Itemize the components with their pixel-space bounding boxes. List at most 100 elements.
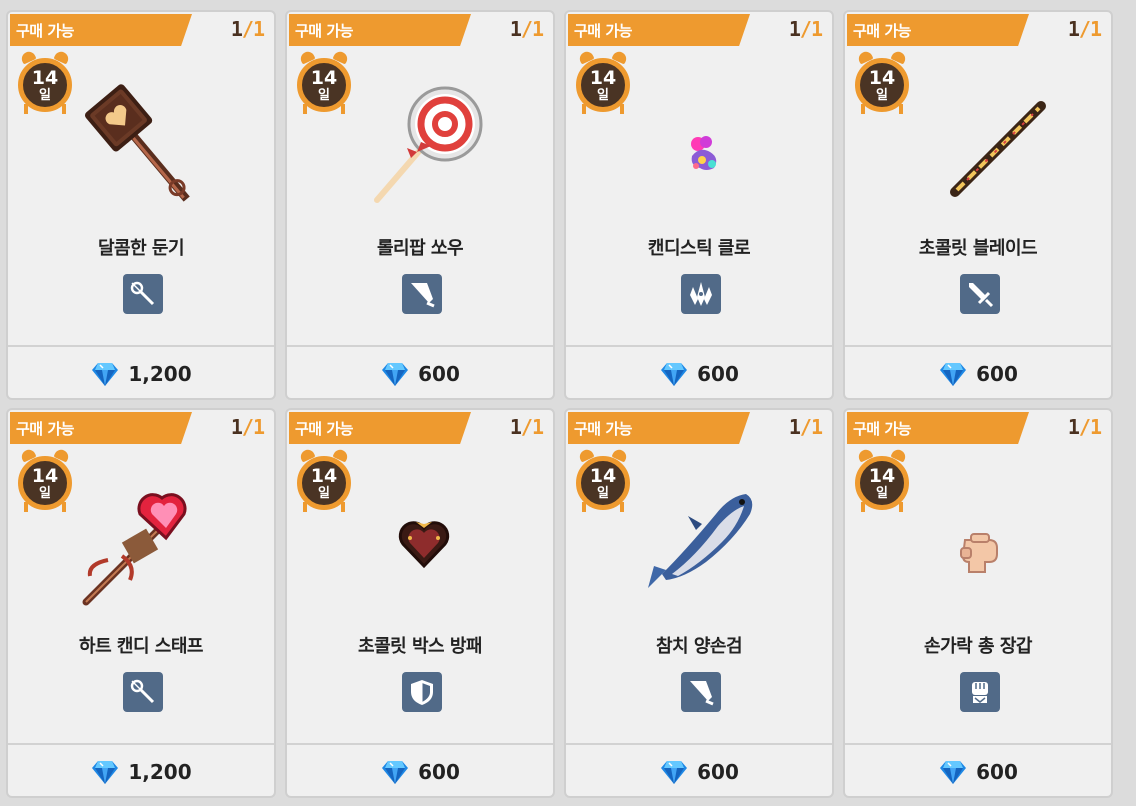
shop-item-card[interactable]: 구매 가능 1/1 14 일 하트 캔디 스태프 1,200 (6, 408, 276, 798)
purchase-status-label: 구매 가능 (295, 22, 353, 40)
wand-icon (123, 672, 163, 712)
shop-item-card[interactable]: 구매 가능 1/1 14 일 초콜릿 박스 방패 600 (285, 408, 555, 798)
diamond-icon (659, 359, 689, 389)
alarm-clock-icon: 14 일 (295, 49, 353, 114)
purchase-status-banner: 구매 가능 (568, 14, 750, 46)
item-name: 달콤한 둔기 (97, 238, 185, 259)
stock-count: 1/1 (788, 415, 823, 439)
shop-item-card[interactable]: 구매 가능 1/1 14 일롤리팝 쏘우 600 (285, 10, 555, 400)
stock-current: 1 (509, 415, 522, 439)
purchase-status-banner: 구매 가능 (568, 412, 750, 444)
stock-separator: / (241, 415, 254, 439)
stock-current: 1 (788, 17, 801, 41)
price-value: 600 (976, 760, 1018, 784)
shop-item-card[interactable]: 구매 가능 1/1 14 일 참치 양손검 600 (564, 408, 834, 798)
diamond-icon (90, 359, 120, 389)
shop-item-card[interactable]: 구매 가능 1/1 14 일 캔디스틱 클로 600 (564, 10, 834, 400)
shop-item-card[interactable]: 구매 가능 1/1 14 일달콤한 둔기 1,200 (6, 10, 276, 400)
stock-max: 1 (810, 415, 823, 439)
days-unit: 일 (597, 87, 609, 103)
item-name: 초콜릿 블레이드 (918, 238, 1038, 259)
days-unit: 일 (597, 485, 609, 501)
days-unit: 일 (876, 485, 888, 501)
sword-icon (960, 274, 1000, 314)
days-remaining: 14 (310, 464, 338, 487)
tuna-image (626, 470, 776, 620)
days-remaining: 14 (31, 66, 59, 89)
price-button[interactable]: 600 (566, 750, 832, 794)
stock-max: 1 (1089, 17, 1102, 41)
lollipop-image (347, 72, 497, 222)
divider (566, 743, 832, 745)
choco-blade-image (905, 72, 1055, 222)
price-button[interactable]: 1,200 (8, 352, 274, 396)
stock-count: 1/1 (231, 17, 265, 41)
divider (845, 743, 1111, 745)
divider (566, 345, 832, 347)
stock-max: 1 (531, 17, 544, 41)
claw-icon (681, 274, 721, 314)
greatsword-icon (681, 672, 721, 712)
price-value: 1,200 (128, 362, 192, 386)
item-name: 롤리팝 쏘우 (376, 238, 464, 259)
stock-current: 1 (1067, 17, 1080, 41)
shop-item-grid: 구매 가능 1/1 14 일 달콤한 둔기 1,200 구매 가능 1/1 14 일 롤리팝 쏘우 6… (6, 10, 1113, 798)
days-remaining: 14 (589, 66, 617, 89)
purchase-status-label: 구매 가능 (574, 420, 632, 438)
alarm-clock-icon: 14 일 (853, 49, 911, 114)
item-name: 초콜릿 박스 방패 (358, 636, 482, 657)
item-name: 참치 양손검 (655, 636, 743, 657)
divider (845, 345, 1111, 347)
divider (8, 345, 274, 347)
purchase-status-banner: 구매 가능 (289, 412, 471, 444)
price-button[interactable]: 600 (845, 352, 1111, 396)
shop-item-card[interactable]: 구매 가능 1/1 14 일 손가락 총 장갑 600 (843, 408, 1113, 798)
price-button[interactable]: 600 (845, 750, 1111, 794)
days-unit: 일 (39, 87, 51, 103)
days-unit: 일 (39, 485, 51, 501)
stock-separator: / (1078, 415, 1091, 439)
wand-icon (123, 274, 163, 314)
purchase-status-label: 구매 가능 (853, 22, 911, 40)
price-button[interactable]: 600 (566, 352, 832, 396)
stock-separator: / (241, 17, 254, 41)
item-name: 손가락 총 장갑 (924, 636, 1032, 657)
price-button[interactable]: 600 (287, 352, 553, 396)
stock-separator: / (520, 17, 533, 41)
days-remaining: 14 (310, 66, 338, 89)
stock-max: 1 (252, 17, 265, 41)
stock-count: 1/1 (231, 415, 265, 439)
stock-current: 1 (509, 17, 522, 41)
stock-max: 1 (252, 415, 265, 439)
divider (287, 345, 553, 347)
stock-current: 1 (1067, 415, 1080, 439)
alarm-clock-icon: 14 일 (16, 49, 74, 114)
stock-current: 1 (788, 415, 801, 439)
purchase-status-banner: 구매 가능 (289, 14, 471, 46)
days-unit: 일 (876, 87, 888, 103)
stock-count: 1/1 (509, 415, 544, 439)
finger-gun-image (905, 470, 1055, 620)
shop-item-card[interactable]: 구매 가능 1/1 14 일초콜릿 블레이드 600 (843, 10, 1113, 400)
candy-claw-image (626, 72, 776, 222)
purchase-status-label: 구매 가능 (574, 22, 632, 40)
alarm-clock-icon: 14 일 (853, 447, 911, 512)
diamond-icon (938, 359, 968, 389)
stock-count: 1/1 (509, 17, 544, 41)
days-remaining: 14 (31, 464, 59, 487)
stock-count: 1/1 (788, 17, 823, 41)
stock-max: 1 (810, 17, 823, 41)
stock-count: 1/1 (1067, 17, 1102, 41)
price-button[interactable]: 600 (287, 750, 553, 794)
diamond-icon (938, 757, 968, 787)
purchase-status-banner: 구매 가능 (847, 14, 1029, 46)
purchase-status-banner: 구매 가능 (847, 412, 1029, 444)
stock-separator: / (1078, 17, 1091, 41)
purchase-status-label: 구매 가능 (295, 420, 353, 438)
purchase-status-banner: 구매 가능 (10, 14, 192, 46)
purchase-status-label: 구매 가능 (16, 22, 74, 40)
choco-shield-image (347, 470, 497, 620)
shield-icon (402, 672, 442, 712)
price-button[interactable]: 1,200 (8, 750, 274, 794)
stock-separator: / (799, 17, 812, 41)
